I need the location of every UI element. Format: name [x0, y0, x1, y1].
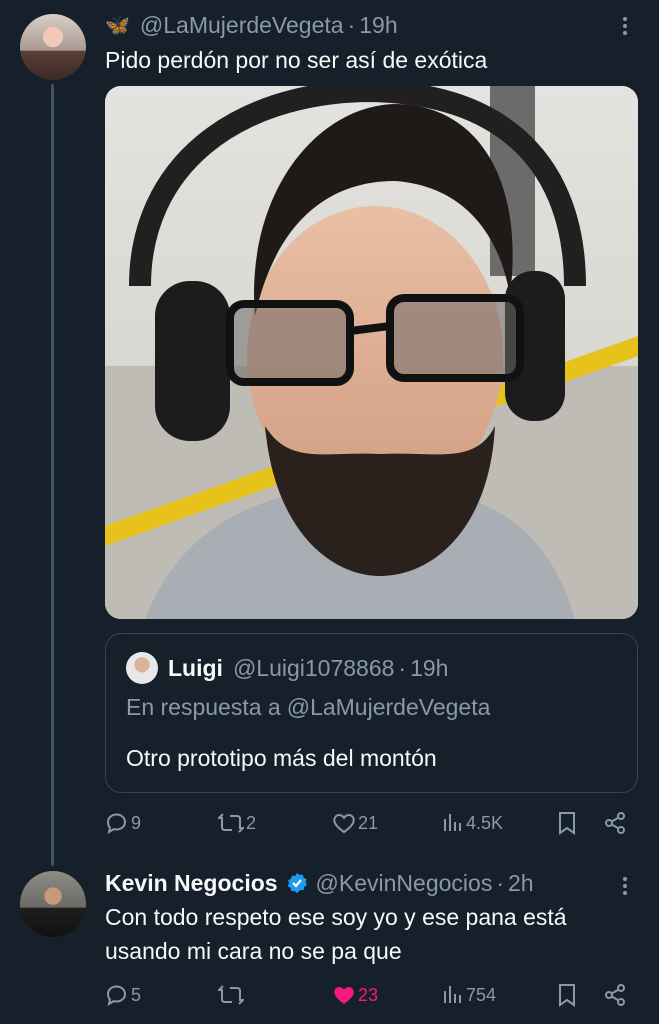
- retweet-button[interactable]: [218, 983, 244, 1007]
- more-options-icon[interactable]: [615, 14, 635, 38]
- analytics-icon: [444, 814, 461, 831]
- tweet-header: 🦋 @LaMujerdeVegeta · 19h: [105, 10, 398, 40]
- tweet-text-line-1: Con todo respeto ese soy yo y ese pana e…: [105, 904, 567, 930]
- quote-author-handle[interactable]: @Luigi1078868: [233, 655, 394, 682]
- bookmark-button[interactable]: [556, 983, 578, 1007]
- retweet-button[interactable]: 2: [218, 811, 256, 835]
- user-handle[interactable]: @KevinNegocios: [316, 870, 493, 897]
- butterfly-emoji-icon: 🦋: [105, 14, 130, 37]
- like-count: 23: [358, 984, 379, 1005]
- reply-prefix: En respuesta a: [126, 693, 281, 720]
- share-button[interactable]: [603, 983, 627, 1007]
- separator-dot: ·: [347, 11, 356, 38]
- views-count: 4.5K: [466, 812, 504, 833]
- tweet-photo[interactable]: [105, 86, 638, 619]
- avatar[interactable]: [20, 871, 86, 937]
- quote-timestamp: 19h: [410, 654, 449, 681]
- views-button[interactable]: 4.5K: [442, 811, 503, 835]
- user-display-name[interactable]: Kevin Negocios: [105, 870, 278, 897]
- verified-badge-icon: [287, 873, 307, 893]
- bookmark-icon: [559, 812, 575, 835]
- share-button[interactable]: [603, 811, 627, 835]
- reply-icon: [106, 985, 127, 1007]
- views-button[interactable]: 754: [442, 983, 496, 1007]
- tweet-text: Pido perdón por no ser así de exótica: [105, 47, 488, 73]
- reply-count: 9: [131, 812, 142, 833]
- share-icon: [605, 984, 625, 1006]
- quote-text: Otro prototipo más del montón: [126, 745, 437, 771]
- share-icon: [605, 812, 625, 834]
- views-count: 754: [466, 984, 497, 1005]
- reply-count: 5: [131, 984, 142, 1005]
- heart-filled-icon: [334, 987, 354, 1004]
- tweet-text-line-2: usando mi cara no se pa que: [105, 938, 402, 964]
- analytics-icon: [444, 986, 461, 1003]
- quote-header: Luigi @Luigi1078868 · 19h: [126, 652, 448, 684]
- timestamp[interactable]: 2h: [508, 870, 534, 897]
- like-button[interactable]: 21: [332, 811, 378, 835]
- reply-icon: [106, 813, 127, 835]
- bookmark-icon: [559, 984, 575, 1007]
- reply-button[interactable]: 5: [105, 983, 141, 1007]
- reply-context: En respuesta a @LaMujerdeVegeta: [126, 691, 490, 723]
- bookmark-button[interactable]: [556, 811, 578, 835]
- quote-author-name[interactable]: Luigi: [168, 655, 223, 682]
- thread-connector-line: [51, 84, 54, 866]
- avatar[interactable]: [20, 14, 86, 80]
- quoted-tweet[interactable]: Luigi @Luigi1078868 · 19h En respuesta a…: [105, 633, 638, 793]
- photo-man-headphones: [105, 86, 638, 619]
- timestamp[interactable]: 19h: [359, 12, 397, 39]
- reply-button[interactable]: 9: [105, 811, 141, 835]
- retweet-icon: [218, 985, 244, 1005]
- retweet-count: 2: [246, 812, 257, 833]
- heart-icon: [333, 813, 355, 834]
- reply-to-handle[interactable]: @LaMujerdeVegeta: [287, 694, 491, 721]
- retweet-icon: [218, 813, 244, 833]
- avatar: [126, 652, 158, 684]
- user-handle[interactable]: @LaMujerdeVegeta: [140, 12, 344, 39]
- like-count: 21: [358, 812, 379, 833]
- separator-dot: ·: [496, 869, 504, 896]
- like-button[interactable]: 23: [332, 983, 378, 1007]
- separator-dot: ·: [398, 654, 407, 681]
- more-options-icon[interactable]: [615, 874, 635, 898]
- tweet-header: Kevin Negocios @KevinNegocios · 2h: [105, 868, 534, 898]
